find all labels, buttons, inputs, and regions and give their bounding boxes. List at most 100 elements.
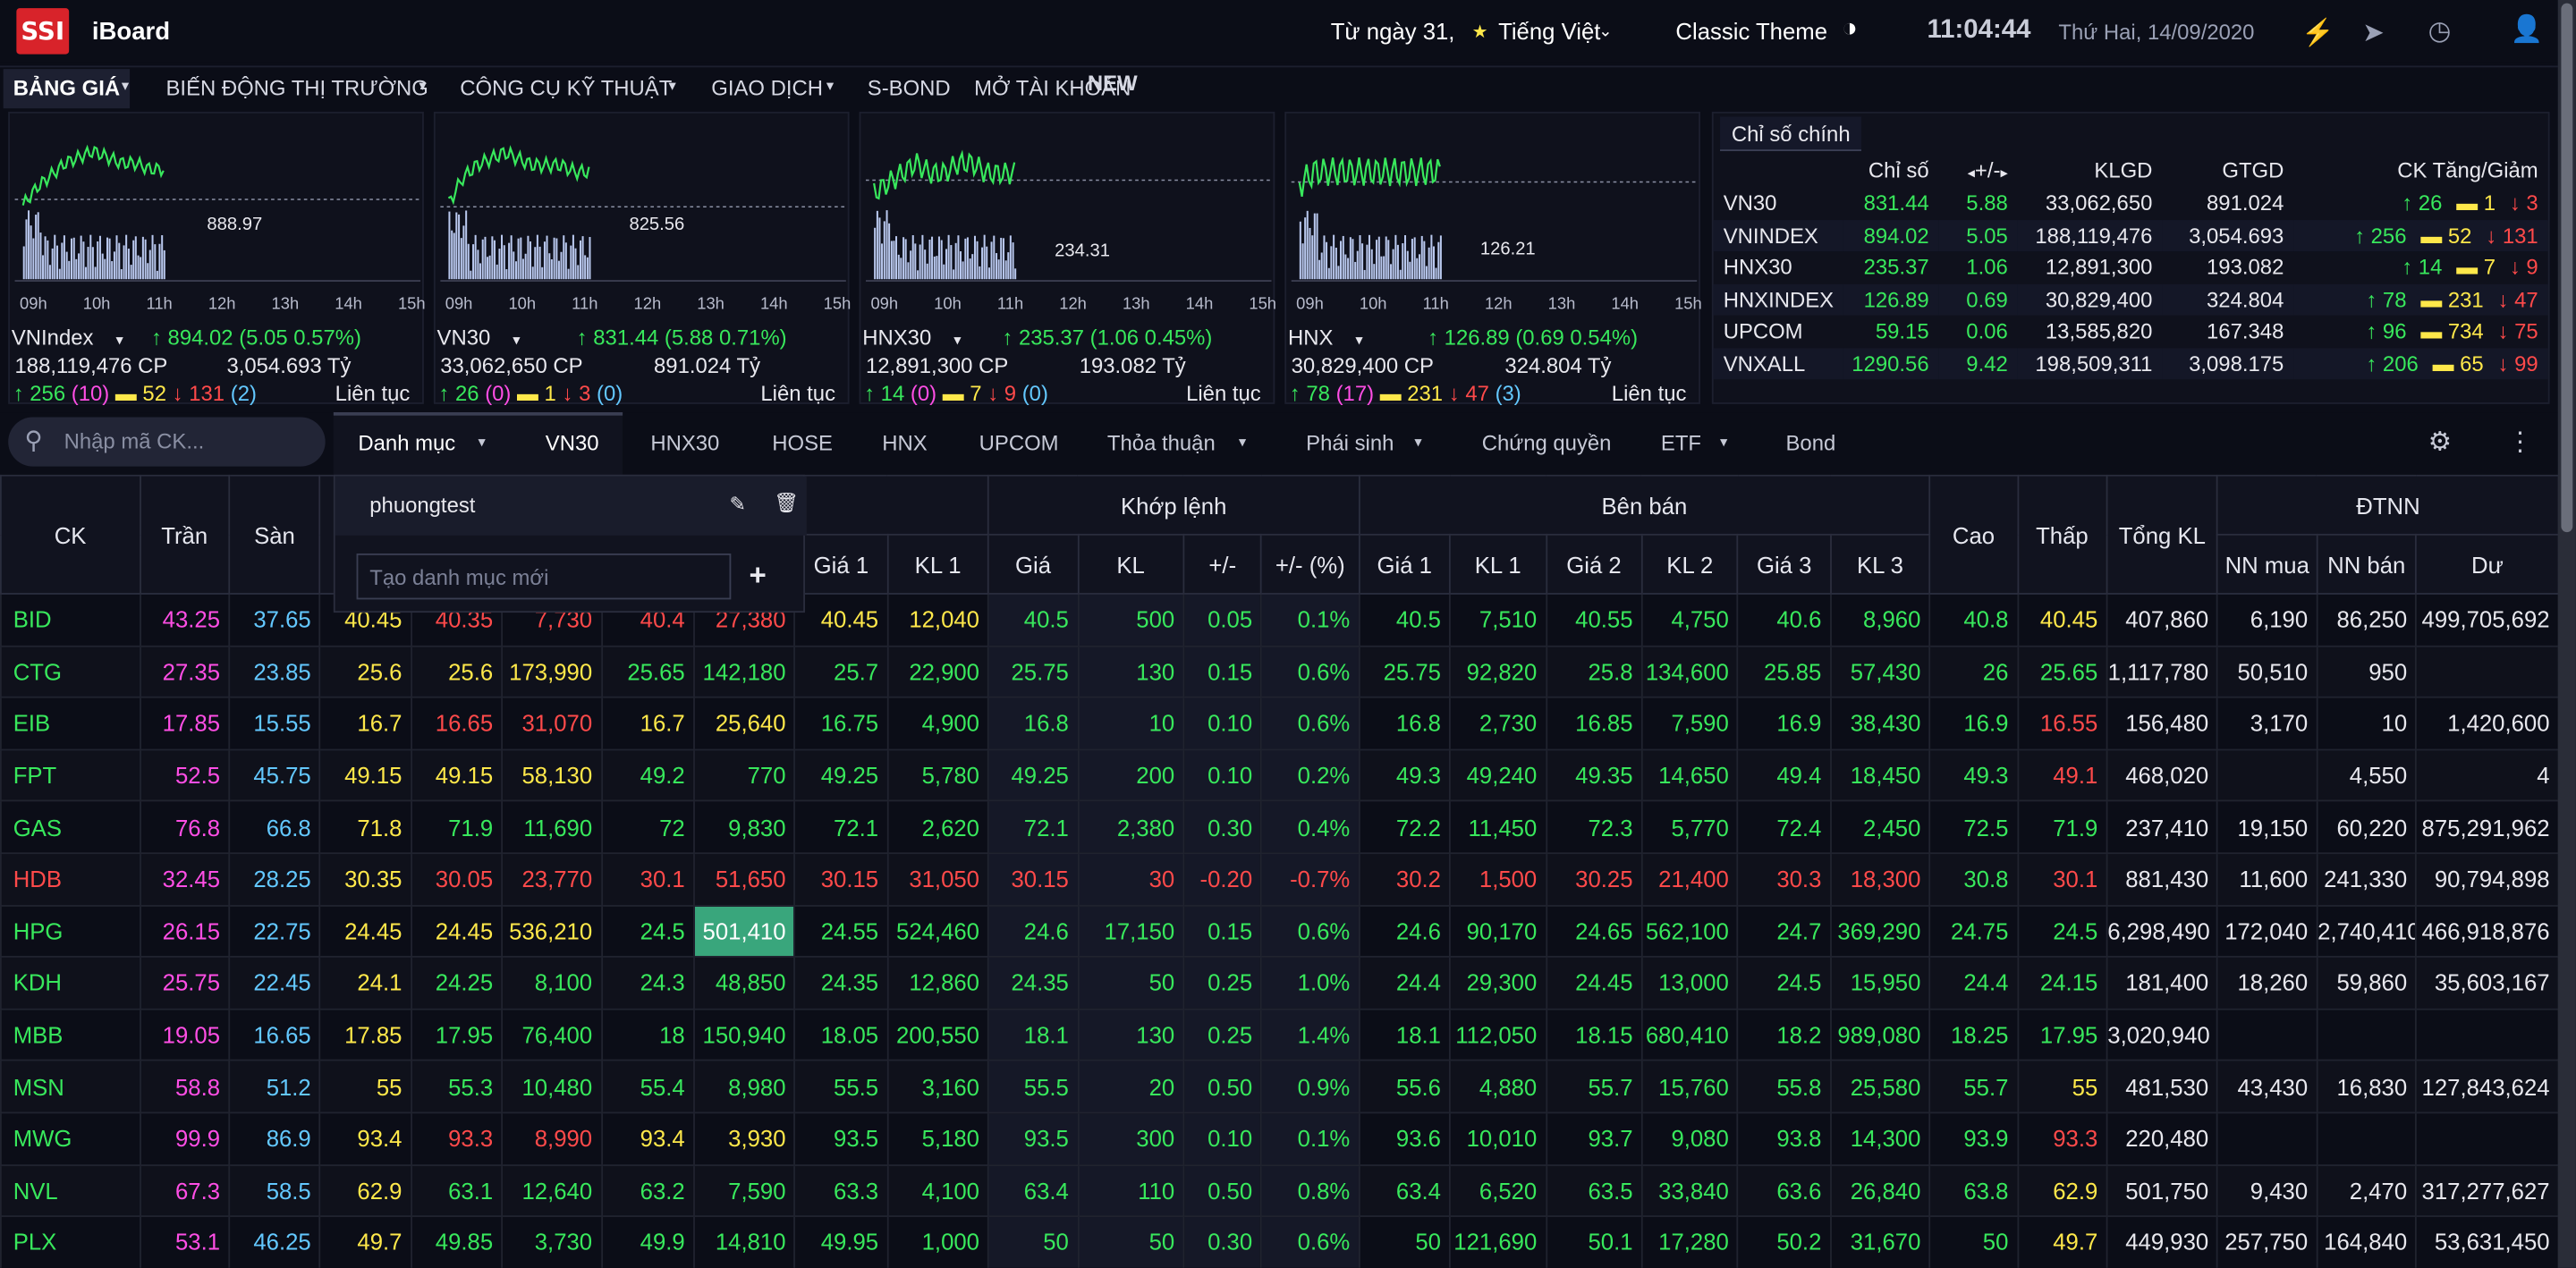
index-row[interactable]: VNINDEX 894.02 5.05 188,119,476 3,054.693 ↑ 2… bbox=[1713, 219, 2548, 252]
ticker-cell[interactable]: CTG bbox=[0, 645, 141, 698]
nav-cong-cu[interactable]: CÔNG CỤ KỸ THUẬT bbox=[460, 75, 672, 100]
ticker-cell[interactable]: PLX bbox=[0, 1215, 141, 1268]
ssi-logo[interactable]: SSI bbox=[16, 8, 70, 55]
tab-etf[interactable]: ETF bbox=[1661, 430, 1701, 455]
table-row[interactable]: CTG 27.35 23.85 25.6 25.6 173,990 25.65 142,180… bbox=[0, 645, 2560, 698]
ticker-cell[interactable]: NVL bbox=[0, 1163, 141, 1218]
tab-chi-so-chinh[interactable]: Chỉ số chính bbox=[1720, 116, 1862, 151]
table-row[interactable]: MSN 58.8 51.2 55 55.3 10,480 55.4 8,980 55.5 3,16… bbox=[0, 1060, 2560, 1114]
ticker-cell[interactable]: HDB bbox=[0, 852, 141, 907]
index-name[interactable]: VNIndex ▾ bbox=[12, 325, 123, 351]
theme-toggle-icon[interactable]: ◑ bbox=[1842, 15, 1858, 45]
table-row[interactable]: MBB 19.05 16.65 17.85 17.95 76,400 18 150,940 18… bbox=[0, 1008, 2560, 1062]
index-name[interactable]: HNX30 ▾ bbox=[862, 325, 961, 351]
cursor-icon[interactable]: ➤ bbox=[2362, 16, 2385, 49]
vertical-scrollbar[interactable] bbox=[2557, 0, 2576, 1268]
nav-bang-gia[interactable]: BẢNG GIÁ bbox=[3, 69, 131, 109]
chevron-down-icon[interactable]: ⌄ bbox=[1598, 23, 1612, 41]
index-row[interactable]: HNX30 235.37 1.06 12,891,300 193.082 ↑ 14 ▬ 7… bbox=[1714, 251, 2548, 283]
tab-hose[interactable]: HOSE bbox=[772, 430, 833, 455]
clock-icon[interactable]: ◷ bbox=[2428, 15, 2452, 48]
tab-upcom[interactable]: UPCOM bbox=[979, 430, 1059, 455]
index-chart-panel[interactable]: 126.21 09h 10h 11h 12h 13h 14h 15h HNX ▾ ↑ 126… bbox=[1284, 111, 1702, 406]
gear-icon[interactable]: ⚙ bbox=[2428, 426, 2452, 459]
nav-bien-dong[interactable]: BIẾN ĐỘNG THỊ TRƯỜNG bbox=[166, 75, 428, 100]
tab-bond[interactable]: Bond bbox=[1785, 430, 1835, 455]
table-row[interactable]: FPT 52.5 45.75 49.15 49.15 58,130 49.2 770 49.25… bbox=[0, 748, 2560, 802]
scrollbar-thumb[interactable] bbox=[2561, 3, 2573, 533]
lightning-icon[interactable]: ⚡ bbox=[2301, 16, 2334, 49]
table-cell: 0.25 bbox=[1182, 956, 1263, 1010]
index-name[interactable]: HNX ▾ bbox=[1288, 325, 1363, 351]
tab-vn30[interactable]: VN30 bbox=[546, 430, 599, 455]
table-row[interactable]: GAS 76.8 66.8 71.8 71.9 11,690 72 9,830 72.1 2,62… bbox=[0, 800, 2560, 855]
chevron-down-icon[interactable]: ▾ bbox=[1239, 434, 1246, 452]
chevron-down-icon[interactable]: ▾ bbox=[1720, 434, 1727, 452]
index-name[interactable]: VN30 ▾ bbox=[437, 325, 521, 351]
volume-bar bbox=[1411, 239, 1413, 280]
index-chart-panel[interactable]: 888.97 09h 10h 11h 12h 13h 14h 15h VNIndex ▾ ↑… bbox=[8, 111, 426, 406]
ticker-cell[interactable]: MWG bbox=[0, 1112, 141, 1166]
table-row[interactable]: HDB 32.45 28.25 30.35 30.05 23,770 30.1 51,650 3… bbox=[0, 852, 2560, 907]
more-vertical-icon[interactable]: ⋮ bbox=[2507, 426, 2533, 459]
index-row[interactable]: VNXALL 1290.56 9.42 198,509,311 3,098.175 ↑ 2… bbox=[1713, 347, 2548, 380]
table-row[interactable]: PLX 53.1 46.25 49.7 49.85 3,730 49.9 14,810 49.9… bbox=[0, 1215, 2560, 1268]
col-name bbox=[1714, 153, 1843, 188]
index-klgd: 12,891,300 bbox=[2045, 255, 2153, 280]
index-chart-panel[interactable]: 825.56 09h 10h 11h 12h 13h 14h 15h VN30 ▾ ↑ 83… bbox=[433, 111, 851, 406]
nav-giao-dich[interactable]: GIAO DỊCH bbox=[711, 75, 823, 100]
add-icon[interactable]: + bbox=[750, 558, 767, 593]
index-gtgd: 3,054.693 bbox=[2162, 219, 2294, 252]
table-cell: 0.6% bbox=[1260, 645, 1360, 698]
new-watchlist-input[interactable]: Tạo danh mục mới bbox=[356, 553, 732, 600]
volume-bar bbox=[1344, 254, 1347, 280]
ticker-cell[interactable]: MBB bbox=[0, 1008, 141, 1062]
tab-hnx[interactable]: HNX bbox=[882, 430, 927, 455]
volume-bar bbox=[163, 249, 165, 280]
ticker-cell[interactable]: BID bbox=[0, 593, 141, 647]
date-range-label[interactable]: Từ ngày 31, bbox=[1331, 18, 1455, 44]
index-row[interactable]: HNXINDEX 126.89 0.69 30,829,400 324.804 ↑ 78 … bbox=[1713, 283, 2548, 316]
col-change[interactable]: ◂+/-▸ bbox=[1939, 153, 2018, 188]
ticker-cell[interactable]: KDH bbox=[0, 956, 141, 1010]
volume-bar bbox=[1352, 239, 1354, 280]
index-row[interactable]: VN30 831.44 5.88 33,062,650 891.024 ↑ 26 ▬ 1 … bbox=[1714, 187, 2548, 219]
tab-thoa-thuan[interactable]: Thỏa thuận bbox=[1107, 430, 1216, 455]
trash-icon[interactable]: 🗑 bbox=[774, 491, 799, 514]
chevron-down-icon[interactable]: ▾ bbox=[1414, 434, 1421, 452]
ticker-cell[interactable]: FPT bbox=[0, 748, 141, 802]
volume-bar bbox=[555, 238, 558, 280]
table-cell: 23.85 bbox=[228, 645, 321, 698]
table-cell: 156,480 bbox=[2106, 697, 2219, 750]
table-cell: 93.3 bbox=[2016, 1112, 2108, 1166]
index-chart-panel[interactable]: 234.31 09h 10h 11h 12h 13h 14h 15h HNX30 ▾ ↑ 2… bbox=[859, 111, 1276, 406]
user-icon[interactable]: 👤 bbox=[2510, 13, 2543, 46]
volume-bar bbox=[524, 253, 527, 280]
time-tick: 14h bbox=[335, 295, 362, 314]
ticker-cell[interactable]: EIB bbox=[0, 697, 141, 750]
edit-icon[interactable]: ✎ bbox=[729, 493, 745, 516]
table-row[interactable]: NVL 67.3 58.5 62.9 63.1 12,640 63.2 7,590 63.3 4,… bbox=[0, 1163, 2560, 1218]
col-ck[interactable]: CK bbox=[0, 474, 141, 595]
tab-phai-sinh[interactable]: Phái sinh bbox=[1306, 430, 1394, 455]
tab-danh-muc[interactable]: Danh mục bbox=[358, 430, 455, 455]
table-cell: 30 bbox=[1077, 852, 1185, 907]
table-row[interactable]: MWG 99.9 86.9 93.4 93.3 8,990 93.4 3,930 93.5 5,1… bbox=[0, 1112, 2560, 1166]
nav-s-bond[interactable]: S-BOND bbox=[868, 75, 951, 100]
ticker-cell[interactable]: MSN bbox=[0, 1060, 141, 1114]
chevron-down-icon[interactable]: ▾ bbox=[478, 434, 485, 452]
search-input[interactable]: ⚲ Nhập mã CK... bbox=[8, 417, 326, 467]
tab-hnx30[interactable]: HNX30 bbox=[650, 430, 719, 455]
table-row[interactable]: KDH 25.75 22.45 24.1 24.25 8,100 24.3 48,850 24.… bbox=[0, 956, 2560, 1010]
volume-bar bbox=[479, 263, 481, 280]
language-select[interactable]: Tiếng Việt bbox=[1498, 18, 1600, 44]
volume-bar bbox=[1377, 236, 1380, 280]
watchlist-item[interactable]: phuongtest ✎ 🗑 bbox=[335, 476, 807, 536]
ticker-cell[interactable]: GAS bbox=[0, 800, 141, 855]
index-row[interactable]: UPCOM 59.15 0.06 13,585,820 167.348 ↑ 96 ▬ 73… bbox=[1714, 316, 2548, 348]
ticker-cell[interactable]: HPG bbox=[0, 904, 141, 959]
table-row[interactable]: EIB 17.85 15.55 16.7 16.65 31,070 16.7 25,640 16… bbox=[0, 697, 2560, 750]
table-row[interactable]: HPG 26.15 22.75 24.45 24.45 536,210 24.5 501,41… bbox=[0, 904, 2560, 959]
table-cell: 11,450 bbox=[1449, 800, 1547, 855]
tab-chung-quyen[interactable]: Chứng quyền bbox=[1482, 430, 1612, 455]
